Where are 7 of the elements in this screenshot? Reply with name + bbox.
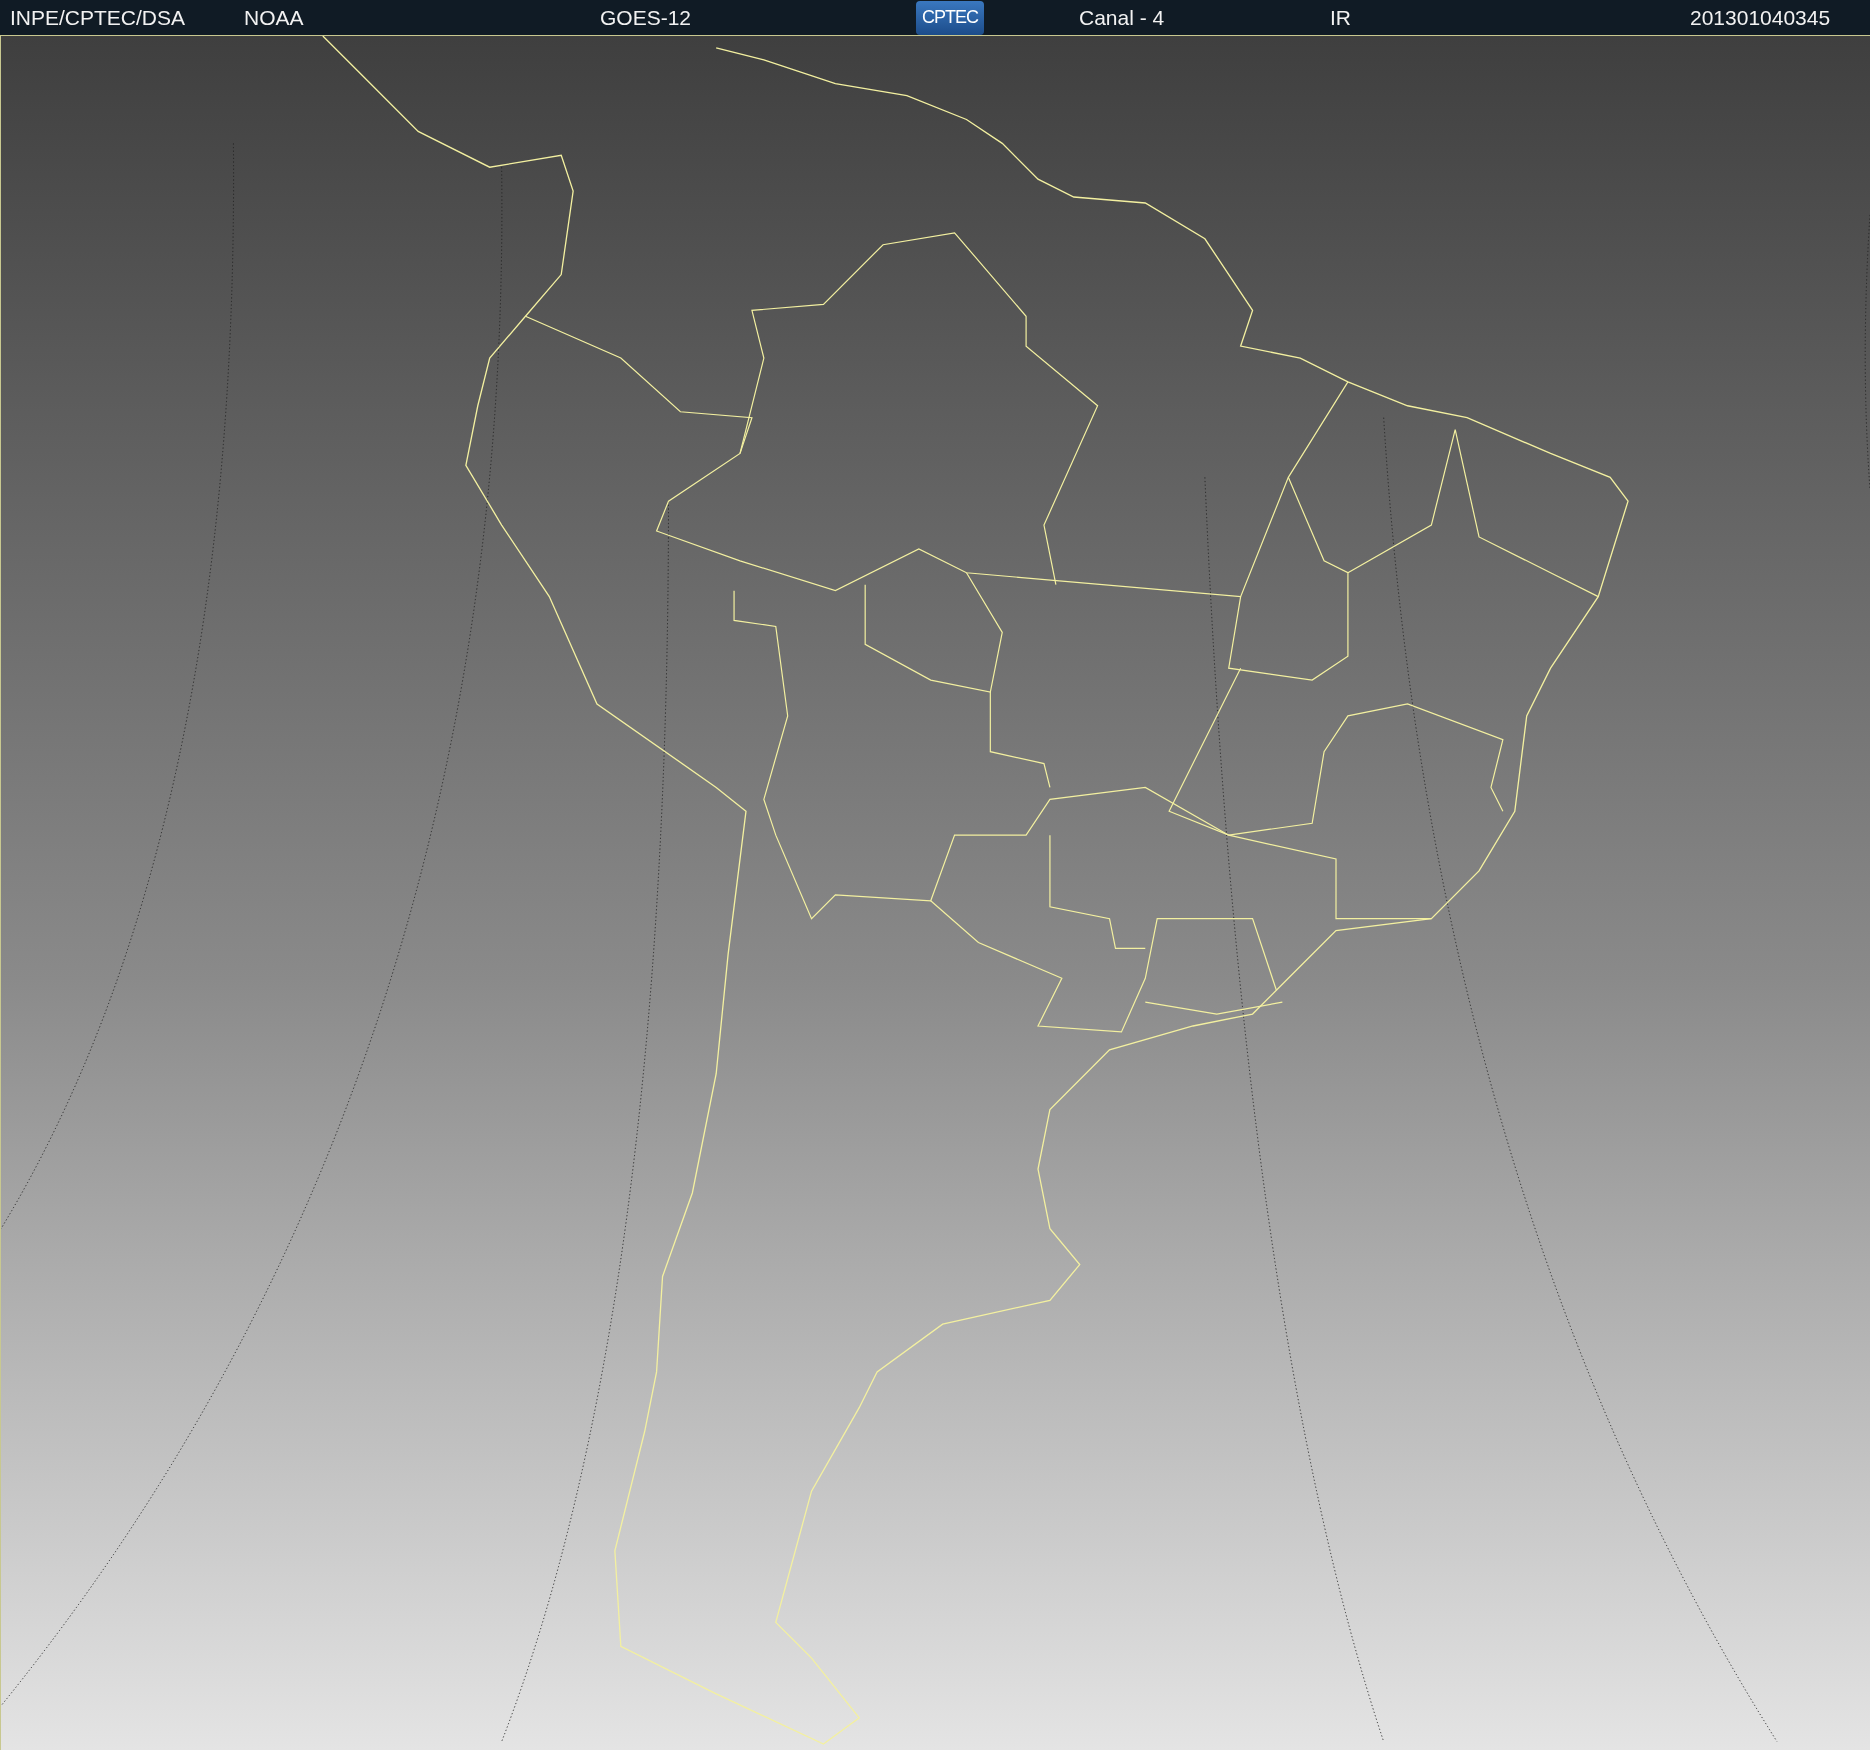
header-label: INPE/CPTEC/DSA [10,5,186,30]
header-label: 201301040345 [1690,5,1831,30]
header-label: GOES-12 [600,5,692,30]
logo: CPTEC [916,0,984,35]
header-label: NOAA [244,5,304,30]
header-label: IR [1330,5,1351,30]
header-label: Canal - 4 [1079,5,1165,30]
